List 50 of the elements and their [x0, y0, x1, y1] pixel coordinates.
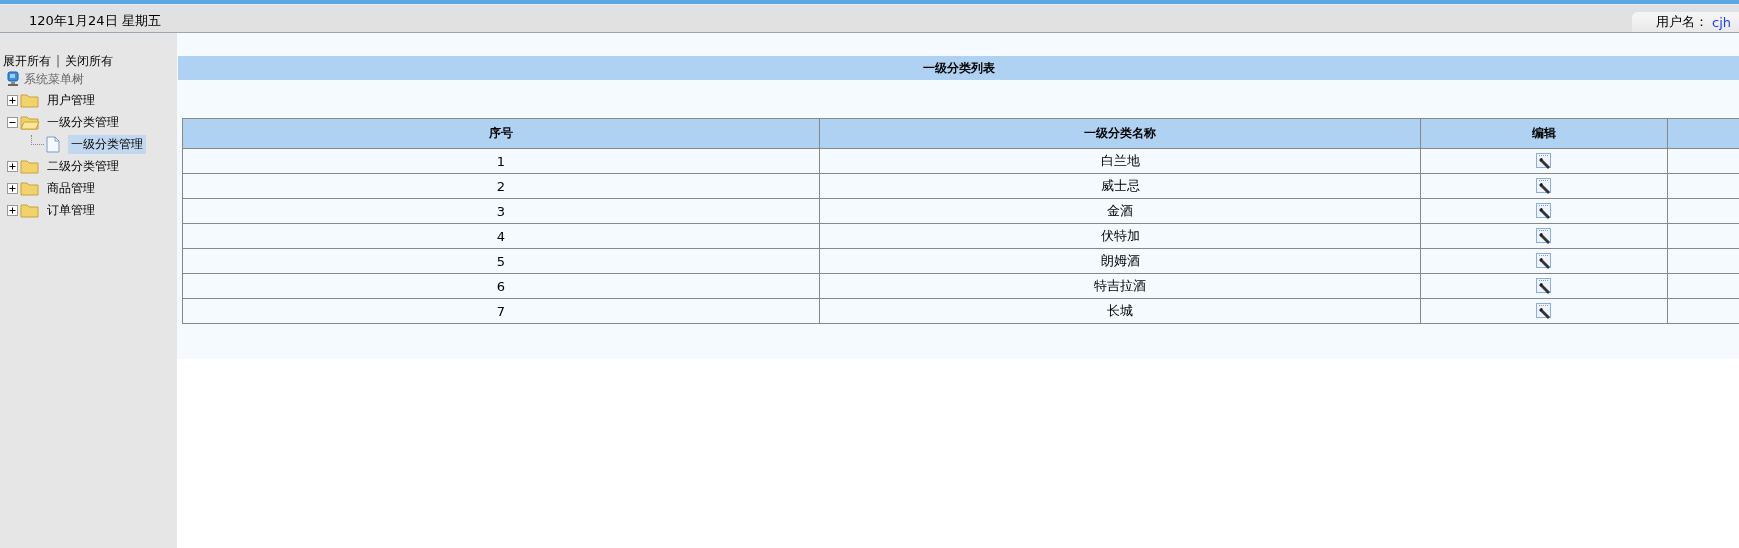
panel-title: 一级分类列表	[178, 56, 1739, 80]
folder-icon	[20, 180, 40, 196]
table-cell: 金酒	[819, 198, 1421, 224]
document-icon	[46, 135, 60, 153]
table-cell: 4	[182, 223, 820, 249]
edit-icon[interactable]	[1535, 252, 1553, 270]
folder-icon	[20, 202, 40, 218]
edit-icon[interactable]	[1535, 227, 1553, 245]
table-cell: 朗姆酒	[819, 248, 1421, 274]
table-cell: 2	[182, 173, 820, 199]
toggle-icon[interactable]	[7, 116, 18, 128]
tree-item[interactable]: 商品管理	[44, 178, 98, 198]
edit-icon[interactable]	[1535, 302, 1553, 320]
computer-icon	[6, 71, 20, 87]
expand-all-link[interactable]: 展开所有	[3, 52, 51, 70]
table-cell: 3	[182, 198, 820, 224]
collapse-all-link[interactable]: 关闭所有	[65, 52, 114, 70]
user-name: cjh	[1712, 14, 1731, 30]
folder-icon	[20, 92, 40, 108]
edit-icon[interactable]	[1535, 202, 1553, 220]
table-cell: 1	[182, 148, 820, 174]
table-cell: 7	[182, 298, 820, 324]
tree-item[interactable]: 二级分类管理	[44, 156, 122, 176]
edit-icon[interactable]	[1535, 152, 1553, 170]
folder-icon	[20, 114, 40, 130]
table-cell: 特吉拉酒	[819, 273, 1421, 299]
separator-text: |	[56, 54, 61, 68]
table-cell: 长城	[819, 298, 1421, 324]
table-cell: 5	[182, 248, 820, 274]
tree-item[interactable]: 用户管理	[44, 90, 98, 110]
table-cell: 伏特加	[819, 223, 1421, 249]
toggle-icon[interactable]	[7, 204, 18, 216]
user-label: 用户名：	[1656, 13, 1708, 31]
column-header: 序号	[182, 118, 820, 149]
tree-item[interactable]: 订单管理	[44, 200, 98, 220]
table-cell: 白兰地	[819, 148, 1421, 174]
toggle-icon[interactable]	[7, 182, 18, 194]
table-cell: 6	[182, 273, 820, 299]
toggle-icon[interactable]	[7, 94, 18, 106]
table-cell: 威士忌	[819, 173, 1421, 199]
edit-icon[interactable]	[1535, 277, 1553, 295]
column-header: 编辑	[1420, 118, 1668, 149]
tree-root-label: 系统菜单树	[24, 70, 84, 88]
column-header: 一级分类名称	[819, 118, 1421, 149]
tree-item[interactable]: 一级分类管理	[68, 134, 146, 154]
tree-item[interactable]: 一级分类管理	[44, 112, 122, 132]
folder-icon	[20, 158, 40, 174]
toggle-icon[interactable]	[7, 160, 18, 172]
date-text: 120年1月24日 星期五	[29, 11, 161, 30]
edit-icon[interactable]	[1535, 177, 1553, 195]
